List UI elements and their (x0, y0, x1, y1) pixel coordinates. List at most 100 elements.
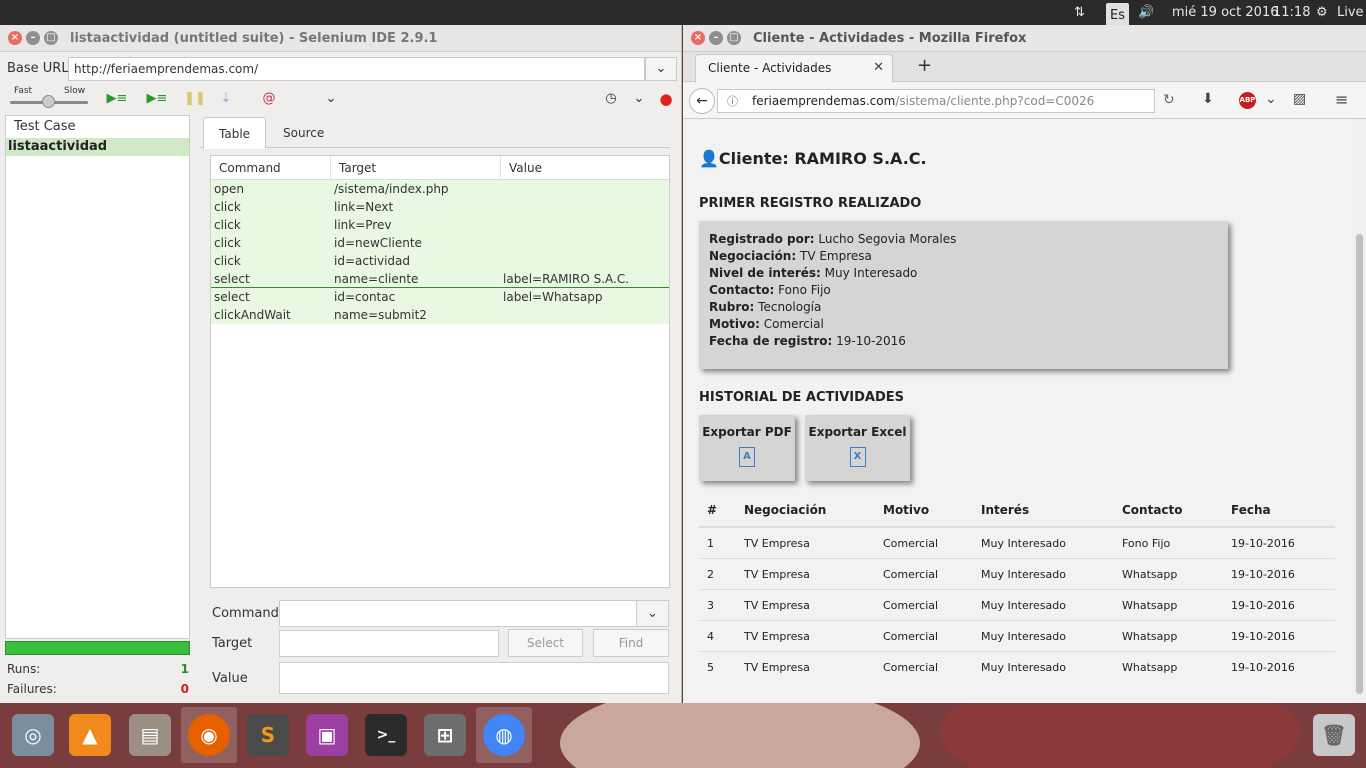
play-suite-icon[interactable]: ▶≡ (106, 90, 128, 108)
selenium-icon[interactable]: ▨ (1293, 91, 1306, 107)
value-input[interactable] (279, 662, 669, 694)
clock[interactable]: 11:18 (1273, 0, 1310, 25)
chevron-down-icon[interactable]: ⌄ (628, 90, 650, 108)
select-button[interactable]: Select (508, 629, 583, 657)
col-contacto: Contacto (1122, 503, 1183, 517)
network-icon[interactable]: ⇅ (1074, 0, 1085, 25)
testcase-header: Test Case (14, 119, 76, 134)
new-tab-icon[interactable]: + (917, 55, 932, 76)
files-icon[interactable]: ▤ (122, 707, 178, 763)
export-excel-button[interactable]: Exportar Excel X (805, 415, 910, 481)
target-label: Target (212, 636, 253, 651)
table-row: 4 TV Empresa Comercial Muy Interesado Whatsa… (699, 621, 1335, 652)
export-pdf-button[interactable]: Exportar PDF A (699, 415, 795, 481)
record-field: Motivo: Comercial (709, 317, 824, 331)
command-table-header: Command Target Value (211, 156, 669, 180)
pause-icon[interactable]: ❚❚ (184, 90, 206, 108)
base-url-input[interactable]: http://feriaemprendemas.com/ (68, 57, 645, 81)
column-command: Command (211, 156, 331, 180)
first-record-heading: PRIMER REGISTRO REALIZADO (699, 196, 922, 211)
firefox-icon[interactable]: ◉ (181, 707, 237, 763)
scrollbar-thumb[interactable] (1356, 234, 1363, 694)
history-table-header: # Negociación Motivo Interés Contacto Fe… (699, 493, 1335, 528)
firefox-tabbar: Cliente - Actividades ✕ + (683, 52, 1366, 83)
table-row: 5 TV Empresa Comercial Muy Interesado Whatsa… (707, 661, 1295, 674)
table-row: 1 TV Empresa Comercial Muy Interesado Fono F… (699, 528, 1335, 559)
url-bar[interactable]: feriaemprendemas.com/sistema/cliente.php… (717, 89, 1155, 113)
tab-table[interactable]: Table (203, 117, 267, 149)
selenium-ide-window: × – □ listaactividad (untitled suite) - … (0, 25, 682, 703)
chevron-down-icon[interactable]: ⌄ (320, 90, 342, 108)
url-host: feriaemprendemas.com (752, 94, 896, 108)
export-excel-label: Exportar Excel (808, 425, 907, 439)
history-table: # Negociación Motivo Interés Contacto Fe… (699, 493, 1335, 683)
page-content: 👤Cliente: RAMIRO S.A.C. PRIMER REGISTRO … (683, 119, 1353, 703)
command-label: Command (212, 606, 279, 621)
tab-cliente-actividades[interactable]: Cliente - Actividades ✕ (695, 54, 893, 83)
play-test-icon[interactable]: ▶≡ (146, 90, 168, 108)
reload-icon[interactable]: ↻ (1163, 92, 1175, 108)
settings-gear-icon[interactable]: ⚙ (1316, 0, 1328, 25)
minimize-window-button[interactable]: – (709, 31, 723, 45)
speed-slider-thumb[interactable] (42, 95, 55, 108)
command-row[interactable]: click id=newCliente (211, 234, 669, 252)
record-field: Nivel de interés: Muy Interesado (709, 266, 918, 280)
runs-stat: Runs: 1 (7, 662, 189, 680)
menu-icon[interactable]: ≡ (1335, 90, 1348, 109)
workspaces-icon[interactable]: ⊞ (417, 707, 473, 763)
command-row[interactable]: click link=Prev (211, 216, 669, 234)
command-row[interactable]: select id=contac label=Whatsapp (211, 288, 669, 306)
chrome-icon[interactable]: ◍ (476, 707, 532, 763)
runs-value: 1 (180, 662, 189, 676)
step-icon[interactable]: ⇣ (215, 90, 237, 108)
close-icon[interactable]: ✕ (873, 60, 884, 75)
command-rows: open/sistema/index.php click link=Next cl… (211, 180, 669, 324)
base-url-dropdown[interactable]: ⌄ (645, 57, 677, 81)
command-row[interactable]: clickAndWait name=submit2 (211, 306, 669, 324)
firefox-window: × – □ Cliente - Actividades - Mozilla Fi… (683, 25, 1366, 703)
page-title: 👤Cliente: RAMIRO S.A.C. (699, 149, 927, 168)
download-icon[interactable]: ⬇ (1202, 91, 1214, 107)
record-icon[interactable]: ● (655, 90, 677, 108)
testcase-item[interactable]: listaactividad (6, 138, 189, 156)
find-button[interactable]: Find (593, 629, 669, 657)
command-row[interactable]: select name=cliente label=RAMIRO S.A.C. (211, 270, 669, 288)
volume-icon[interactable]: 🔊 (1138, 0, 1154, 25)
command-input[interactable] (279, 600, 637, 627)
terminal-icon[interactable]: >_ (358, 707, 414, 763)
top-panel: ⇅ Es 🔊 mié 19 oct 2016 11:18 ⚙ Live (0, 0, 1366, 28)
command-row[interactable]: click link=Next (211, 198, 669, 216)
clock-icon[interactable]: ◷ (600, 90, 622, 108)
user-label[interactable]: Live (1337, 0, 1364, 25)
vlc-icon[interactable]: ▲ (62, 707, 118, 763)
command-row[interactable]: open/sistema/index.php (211, 180, 669, 198)
close-window-button[interactable]: × (8, 31, 22, 45)
app-window-icon[interactable]: ▣ (299, 707, 355, 763)
target-input[interactable] (279, 630, 499, 657)
maximize-window-button[interactable]: □ (727, 31, 741, 45)
back-button[interactable]: ← (689, 88, 715, 114)
speed-fast-label: Fast (14, 86, 33, 96)
info-icon[interactable]: ⓘ (727, 93, 738, 109)
url-path: /sistema/cliente.php?cod=C0026 (895, 94, 1095, 108)
command-row[interactable]: click id=actividad (211, 252, 669, 270)
trash-icon[interactable]: 🗑 (1306, 707, 1362, 763)
command-table: Command Target Value open/sistema/index.… (210, 155, 670, 588)
sublime-icon[interactable]: S (240, 707, 296, 763)
pdf-file-icon: A (739, 447, 755, 467)
command-dropdown[interactable]: ⌄ (636, 600, 669, 627)
column-value: Value (509, 161, 542, 175)
tab-source[interactable]: Source (268, 117, 339, 149)
history-heading: HISTORIAL DE ACTIVIDADES (699, 390, 905, 405)
rollup-icon[interactable]: @ (258, 90, 280, 108)
close-window-button[interactable]: × (691, 31, 705, 45)
maximize-window-button[interactable]: □ (44, 31, 58, 45)
adblock-icon[interactable]: ABP (1239, 92, 1256, 109)
value-label: Value (212, 671, 248, 686)
firefox-titlebar: × – □ Cliente - Actividades - Mozilla Fi… (683, 25, 1366, 52)
page-scrollbar[interactable] (1353, 119, 1366, 703)
minimize-window-button[interactable]: – (26, 31, 40, 45)
date-label[interactable]: mié 19 oct 2016 (1172, 0, 1279, 25)
ubuntu-icon[interactable]: ◎ (5, 707, 61, 763)
chevron-down-icon[interactable]: ⌄ (1265, 91, 1277, 107)
